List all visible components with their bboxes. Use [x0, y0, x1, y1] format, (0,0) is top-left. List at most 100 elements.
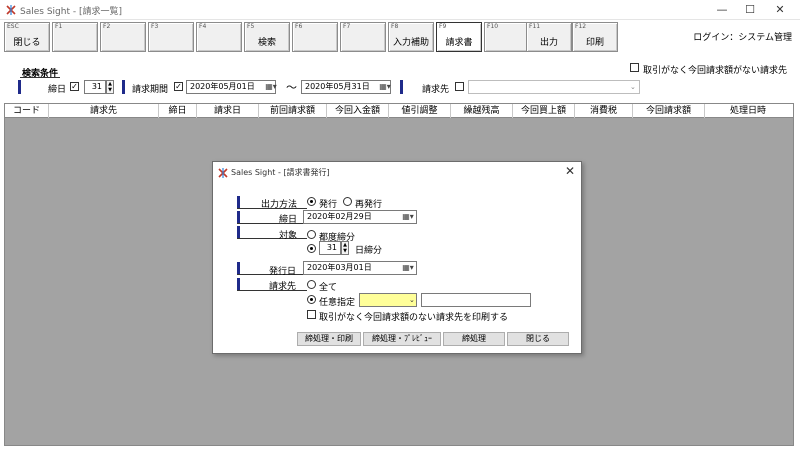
- calendar-dropdown-icon[interactable]: ▦▾: [401, 211, 415, 223]
- fkey-number: F2: [103, 23, 111, 30]
- fkey-label: 印刷: [585, 38, 604, 48]
- dialog-title: Sales Sight - [請求書発行]: [231, 168, 330, 177]
- column-header[interactable]: 消費税: [575, 104, 633, 118]
- login-status: ログイン：システム管理: [693, 33, 792, 43]
- column-header[interactable]: 請求日: [197, 104, 259, 118]
- fkey-esc-close-button[interactable]: ESC 閉じる: [4, 22, 50, 52]
- period-checkbox[interactable]: ✓: [174, 82, 183, 91]
- period-from-date-input[interactable]: 2020年05月01日: [186, 80, 276, 94]
- period-label: 請求期間: [132, 85, 169, 95]
- fkey-number: F3: [151, 23, 159, 30]
- close-and-preview-button[interactable]: 締処理・ﾌﾟﾚﾋﾞｭｰ: [363, 332, 441, 346]
- fkey-f8-input-assist-button[interactable]: F8 入力補助: [388, 22, 434, 52]
- section-marker: [18, 80, 21, 94]
- range-separator: ～: [286, 81, 297, 94]
- fkey-f5-search-button[interactable]: F5 検索: [244, 22, 290, 52]
- calendar-dropdown-icon[interactable]: ▦▾: [378, 81, 392, 93]
- fkey-f12-print-button[interactable]: F12 印刷: [572, 22, 618, 52]
- customer-specify-label: 任意指定: [319, 298, 356, 308]
- customer-name-field[interactable]: [421, 293, 531, 307]
- closing-day-checkbox[interactable]: ✓: [70, 82, 79, 91]
- fkey-f7-button[interactable]: F7: [340, 22, 386, 52]
- column-header[interactable]: 処理日時: [705, 104, 791, 118]
- fkey-f3-button[interactable]: F3: [148, 22, 194, 52]
- output-method-label: 出力方法: [261, 200, 298, 210]
- fkey-f9-invoice-button[interactable]: F9 請求書: [436, 22, 482, 52]
- fkey-f2-button[interactable]: F2: [100, 22, 146, 52]
- grid-header: コード 請求先 締日 請求日 前回請求額 今回入金額 値引調整 繰越残高 今回買…: [5, 104, 793, 118]
- customer-select[interactable]: [468, 80, 640, 94]
- column-header[interactable]: 請求先: [49, 104, 159, 118]
- app-logo-icon: [218, 168, 228, 178]
- fkey-number: F1: [55, 23, 63, 30]
- calendar-dropdown-icon[interactable]: ▦▾: [401, 262, 415, 274]
- output-issue-label: 発行: [319, 200, 338, 210]
- fkey-number: F6: [295, 23, 303, 30]
- closing-day-stepper[interactable]: ▲ ▼: [106, 80, 114, 94]
- column-header[interactable]: 前回請求額: [259, 104, 327, 118]
- close-window-icon[interactable]: ✕: [766, 2, 794, 18]
- fkey-number: ESC: [7, 23, 19, 30]
- target-day-stepper[interactable]: ▲ ▼: [341, 241, 349, 255]
- target-each-radio[interactable]: [307, 230, 316, 239]
- column-header[interactable]: 今回入金額: [327, 104, 389, 118]
- fkey-f4-button[interactable]: F4: [196, 22, 242, 52]
- close-process-button[interactable]: 締処理: [443, 332, 505, 346]
- closing-day-input[interactable]: 31: [84, 80, 106, 94]
- customer-label: 請求先: [422, 85, 450, 95]
- closing-date-label: 締日: [279, 215, 298, 225]
- dialog-close-button[interactable]: 閉じる: [507, 332, 569, 346]
- target-label: 対象: [279, 231, 298, 241]
- column-header[interactable]: コード: [5, 104, 49, 118]
- column-header[interactable]: 今回買上額: [513, 104, 575, 118]
- section-marker: [122, 80, 125, 94]
- maximize-icon[interactable]: ☐: [736, 2, 764, 18]
- section-marker: [237, 226, 240, 238]
- column-header[interactable]: 今回請求額: [633, 104, 705, 118]
- fkey-label: 検索: [257, 38, 276, 48]
- target-day-suffix: 日締分: [355, 246, 383, 256]
- section-marker: [237, 211, 240, 223]
- section-marker: [237, 196, 240, 208]
- fkey-number: F10: [487, 23, 499, 30]
- close-icon[interactable]: ✕: [565, 164, 575, 178]
- fkey-number: F11: [529, 23, 541, 30]
- fkey-f6-button[interactable]: F6: [292, 22, 338, 52]
- issue-date-label: 発行日: [269, 267, 297, 277]
- fkey-label: 閉じる: [13, 38, 41, 48]
- fkey-f11-output-button[interactable]: F11 出力: [526, 22, 572, 52]
- print-no-transactions-checkbox[interactable]: [307, 310, 316, 319]
- issue-date-input[interactable]: 2020年03月01日: [303, 261, 417, 275]
- no-transactions-label: 取引がなく今回請求額がない請求先: [643, 66, 788, 76]
- customer-checkbox[interactable]: [455, 82, 464, 91]
- fkey-label: 入力補助: [392, 38, 429, 48]
- fkey-number: F8: [391, 23, 399, 30]
- section-marker: [237, 262, 240, 274]
- app-logo-icon: [6, 5, 16, 15]
- chevron-down-icon[interactable]: ⌄: [630, 83, 636, 91]
- column-header[interactable]: 締日: [159, 104, 197, 118]
- fkey-number: F9: [439, 23, 447, 30]
- fkey-number: F12: [575, 23, 587, 30]
- section-marker: [237, 278, 240, 290]
- fkey-number: F4: [199, 23, 207, 30]
- output-reissue-label: 再発行: [355, 200, 383, 210]
- fkey-f10-button[interactable]: F10: [484, 22, 530, 52]
- calendar-dropdown-icon[interactable]: ▦▾: [264, 81, 278, 93]
- output-reissue-radio[interactable]: [343, 197, 352, 206]
- column-header[interactable]: 繰越残高: [451, 104, 513, 118]
- column-header[interactable]: 値引調整: [389, 104, 451, 118]
- title-bar: Sales Sight - [請求一覧] — ☐ ✕: [0, 0, 800, 20]
- target-day-radio[interactable]: [307, 244, 316, 253]
- close-and-print-button[interactable]: 締処理・印刷: [297, 332, 361, 346]
- customer-all-radio[interactable]: [307, 280, 316, 289]
- no-transactions-checkbox[interactable]: [630, 63, 639, 72]
- target-day-input[interactable]: 31: [319, 241, 341, 255]
- customer-specify-radio[interactable]: [307, 295, 316, 304]
- output-issue-radio[interactable]: [307, 197, 316, 206]
- chevron-down-icon[interactable]: ⌄: [409, 296, 415, 304]
- fkey-f1-button[interactable]: F1: [52, 22, 98, 52]
- dialog-customer-label: 請求先: [269, 282, 297, 292]
- closing-date-input[interactable]: 2020年02月29日: [303, 210, 417, 224]
- minimize-icon[interactable]: —: [708, 2, 736, 18]
